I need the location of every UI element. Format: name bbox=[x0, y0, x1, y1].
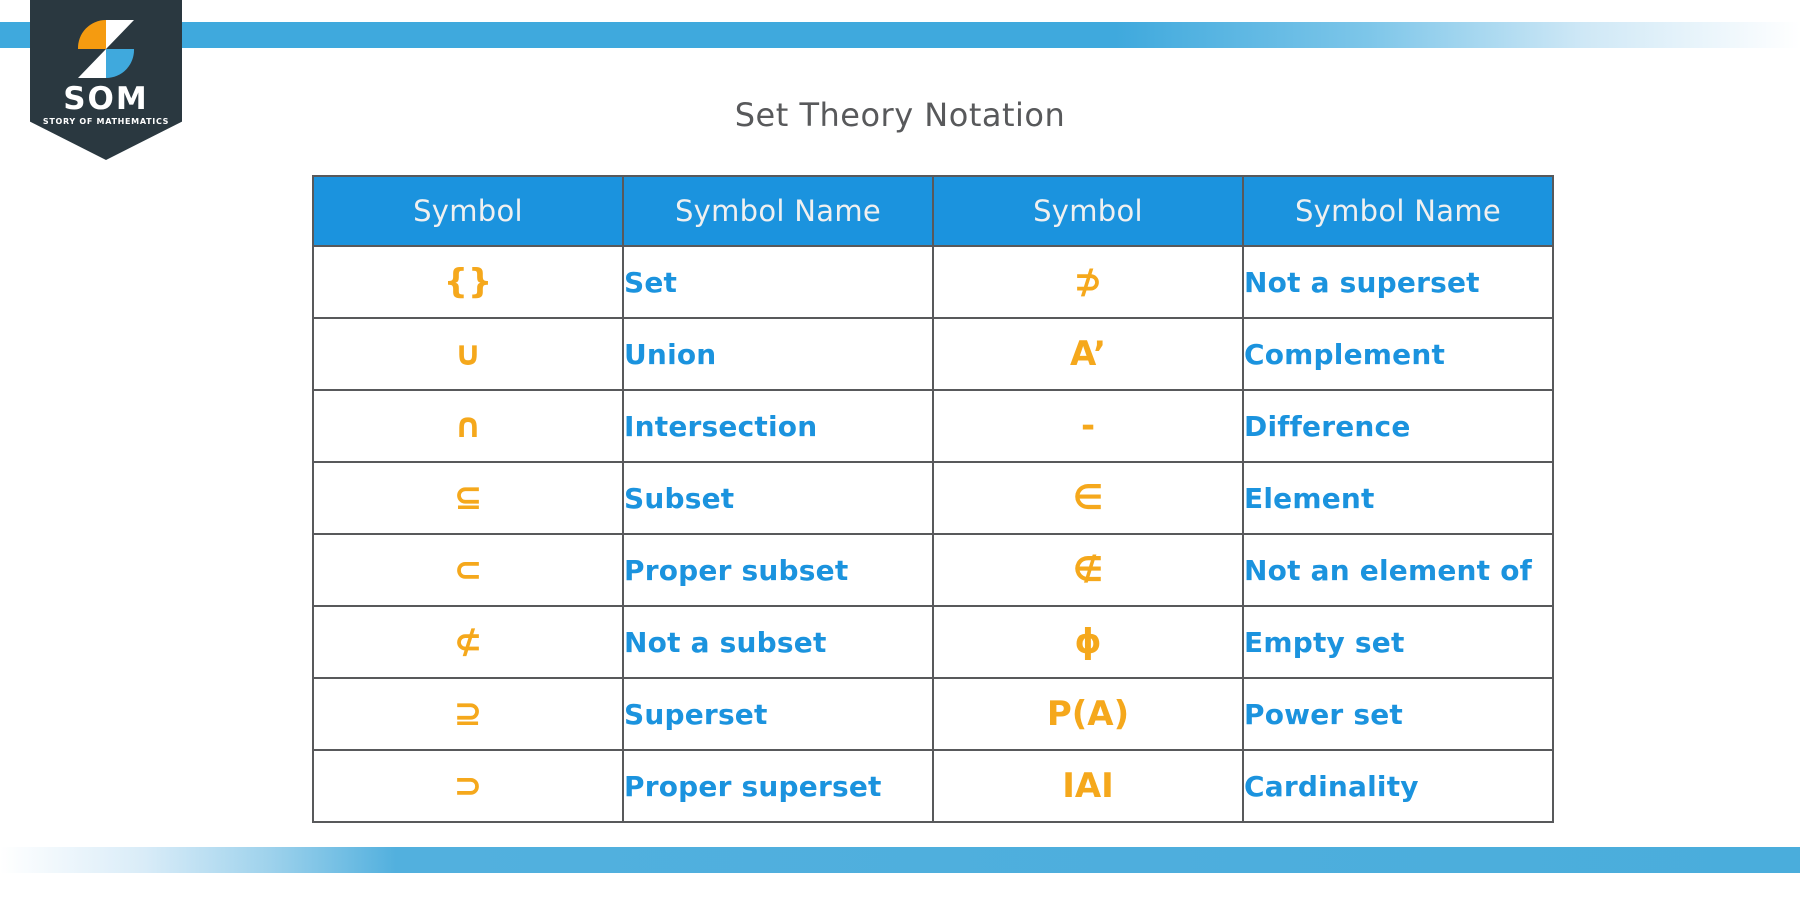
symbol-cell: ⊅ bbox=[932, 245, 1244, 319]
table-row: ∩ Intersection - Difference bbox=[312, 389, 1554, 463]
symbol-name-cell: Difference bbox=[1242, 389, 1554, 463]
table-row: ⊆ Subset ∈ Element bbox=[312, 461, 1554, 535]
symbol-name-cell: Intersection bbox=[622, 389, 934, 463]
symbol-cell: ⊃ bbox=[312, 749, 624, 823]
table-body: {} Set ⊅ Not a superset ∪ Union A’ Compl… bbox=[312, 245, 1554, 823]
top-accent-band bbox=[0, 22, 1800, 48]
table-row: ⊃ Proper superset IAI Cardinality bbox=[312, 749, 1554, 823]
page-title: Set Theory Notation bbox=[734, 96, 1066, 134]
table-row: ∪ Union A’ Complement bbox=[312, 317, 1554, 391]
som-logo-icon bbox=[77, 19, 135, 79]
set-theory-notation-table: Symbol Symbol Name Symbol Symbol Name {}… bbox=[312, 175, 1554, 823]
symbol-name-cell: Empty set bbox=[1242, 605, 1554, 679]
column-header-symbol-1: Symbol bbox=[312, 175, 624, 247]
symbol-cell: - bbox=[932, 389, 1244, 463]
symbol-cell: ∈ bbox=[932, 461, 1244, 535]
table-header-row: Symbol Symbol Name Symbol Symbol Name bbox=[312, 175, 1554, 247]
som-logo-wordmark: SOM bbox=[63, 81, 149, 117]
symbol-name-cell: Element bbox=[1242, 461, 1554, 535]
som-logo-tagline: STORY OF MATHEMATICS bbox=[42, 117, 170, 126]
symbol-name-cell: Superset bbox=[622, 677, 934, 751]
symbol-name-cell: Power set bbox=[1242, 677, 1554, 751]
table-row: ⊇ Superset P(A) Power set bbox=[312, 677, 1554, 751]
symbol-name-cell: Proper superset bbox=[622, 749, 934, 823]
column-header-symbol-name-1: Symbol Name bbox=[622, 175, 934, 247]
column-header-symbol-name-2: Symbol Name bbox=[1242, 175, 1554, 247]
symbol-cell: P(A) bbox=[932, 677, 1244, 751]
symbol-name-cell: Not an element of bbox=[1242, 533, 1554, 607]
symbol-name-cell: Not a superset bbox=[1242, 245, 1554, 319]
symbol-cell: {} bbox=[312, 245, 624, 319]
som-logo-badge: SOM STORY OF MATHEMATICS bbox=[30, 0, 182, 160]
symbol-cell: ⊂ bbox=[312, 533, 624, 607]
symbol-cell: A’ bbox=[932, 317, 1244, 391]
symbol-name-cell: Cardinality bbox=[1242, 749, 1554, 823]
symbol-name-cell: Subset bbox=[622, 461, 934, 535]
symbol-cell: ∩ bbox=[312, 389, 624, 463]
table-row: ⊂ Proper subset ∉ Not an element of bbox=[312, 533, 1554, 607]
symbol-name-cell: Proper subset bbox=[622, 533, 934, 607]
bottom-accent-band bbox=[0, 847, 1800, 873]
column-header-symbol-2: Symbol bbox=[932, 175, 1244, 247]
symbol-cell: ⊆ bbox=[312, 461, 624, 535]
symbol-cell: ∪ bbox=[312, 317, 624, 391]
symbol-name-cell: Not a subset bbox=[622, 605, 934, 679]
symbol-cell: ϕ bbox=[932, 605, 1244, 679]
symbol-cell: ⊄ bbox=[312, 605, 624, 679]
table-header: Symbol Symbol Name Symbol Symbol Name bbox=[312, 175, 1554, 247]
table-row: {} Set ⊅ Not a superset bbox=[312, 245, 1554, 319]
symbol-cell: ⊇ bbox=[312, 677, 624, 751]
symbol-name-cell: Union bbox=[622, 317, 934, 391]
symbol-cell: IAI bbox=[932, 749, 1244, 823]
symbol-name-cell: Set bbox=[622, 245, 934, 319]
symbol-name-cell: Complement bbox=[1242, 317, 1554, 391]
set-theory-notation-table-container: Symbol Symbol Name Symbol Symbol Name {}… bbox=[312, 175, 1554, 823]
symbol-cell: ∉ bbox=[932, 533, 1244, 607]
table-row: ⊄ Not a subset ϕ Empty set bbox=[312, 605, 1554, 679]
